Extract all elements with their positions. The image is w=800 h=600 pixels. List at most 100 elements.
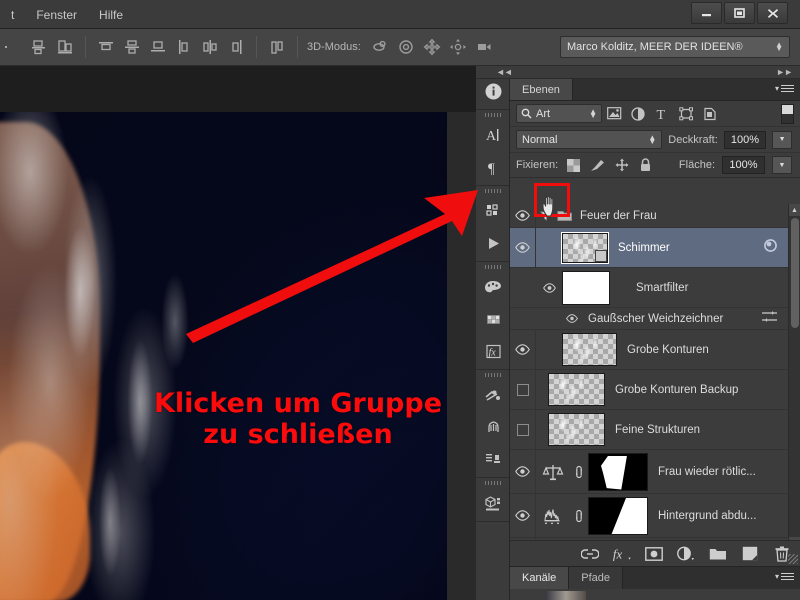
layer-mask-thumbnail[interactable] — [588, 452, 648, 491]
dock-grip-6[interactable] — [476, 478, 509, 487]
brush-presets-icon[interactable] — [476, 411, 510, 443]
align-bottom-icon[interactable] — [53, 35, 77, 59]
filter-type-icon[interactable]: T — [650, 103, 674, 125]
table-row[interactable]: Schimmer — [510, 228, 800, 268]
distribute-left-icon[interactable] — [172, 35, 196, 59]
character-icon[interactable]: A — [476, 119, 510, 151]
layer-visibility-toggle[interactable] — [510, 450, 536, 493]
distribute-bottom-icon[interactable] — [146, 35, 170, 59]
distribute-vertical-center-icon[interactable] — [120, 35, 144, 59]
lock-transparent-pixels-icon[interactable] — [565, 157, 582, 174]
scrollbar-thumb[interactable] — [791, 218, 799, 328]
layer-list[interactable]: Feuer der Frau Schimmer Smartfilter Gauß… — [510, 204, 800, 549]
new-layer-icon[interactable] — [740, 544, 760, 564]
3d-rotate-icon[interactable] — [368, 35, 392, 59]
layer-visibility-toggle[interactable] — [536, 282, 562, 293]
collapse-left-icon[interactable]: ◄◄ — [496, 67, 513, 77]
new-group-icon[interactable] — [708, 544, 728, 564]
layer-visibility-toggle[interactable] — [510, 228, 536, 267]
align-left-edge-icon[interactable] — [1, 35, 25, 59]
workspace-select[interactable]: Marco Kolditz, MEER DER IDEEN® ▲ ▼ — [560, 36, 790, 58]
lock-all-icon[interactable] — [637, 157, 654, 174]
fill-dropdown-icon[interactable]: ▼ — [772, 156, 792, 174]
link-mask-icon[interactable] — [570, 465, 588, 479]
table-row[interactable]: Gaußscher Weichzeichner — [510, 308, 800, 330]
filter-kind-select[interactable]: Art ▲ ▼ — [516, 104, 602, 123]
layer-visibility-toggle[interactable] — [510, 330, 536, 369]
link-layers-icon[interactable] — [580, 544, 600, 564]
dock-grip-2[interactable] — [476, 110, 509, 119]
distribute-right-icon[interactable] — [224, 35, 248, 59]
auto-align-icon[interactable] — [265, 35, 289, 59]
table-row[interactable]: Frau wieder rötlic... — [510, 450, 800, 494]
collapse-right-icon[interactable]: ►► — [776, 67, 793, 77]
timeline-play-icon[interactable] — [476, 227, 510, 259]
layer-effects-visibility-icon[interactable] — [763, 238, 778, 258]
filter-kind-spinner-icon[interactable]: ▲ ▼ — [589, 107, 597, 119]
align-vertical-center-icon[interactable] — [27, 35, 51, 59]
opacity-value[interactable]: 100% — [723, 130, 767, 149]
minimize-button[interactable] — [691, 2, 722, 24]
filter-pixel-icon[interactable] — [602, 103, 626, 125]
tab-pfade[interactable]: Pfade — [569, 567, 624, 589]
tab-ebenen[interactable]: Ebenen — [510, 79, 573, 100]
new-adjustment-layer-icon[interactable] — [676, 544, 696, 564]
3d-pan-icon[interactable] — [420, 35, 444, 59]
color-palette-icon[interactable] — [476, 271, 510, 303]
layer-visibility-toggle[interactable] — [510, 204, 536, 227]
table-row[interactable]: Grobe Konturen — [510, 330, 800, 370]
3d-slide-icon[interactable] — [446, 35, 470, 59]
styles-fx-icon[interactable]: fx — [476, 335, 510, 367]
swatches-icon[interactable] — [476, 303, 510, 335]
layer-style-fx-icon[interactable]: fx — [612, 544, 632, 564]
layer-comps-icon[interactable] — [476, 195, 510, 227]
opacity-dropdown-icon[interactable]: ▼ — [772, 130, 792, 149]
table-row[interactable]: Feine Strukturen — [510, 410, 800, 450]
filter-toggle-icon[interactable] — [781, 103, 794, 124]
table-row[interactable]: Grobe Konturen Backup — [510, 370, 800, 410]
dock-grip-3[interactable] — [476, 186, 509, 195]
layer-visibility-toggle[interactable] — [510, 494, 536, 537]
layer-visibility-toggle[interactable] — [510, 410, 536, 449]
close-button[interactable] — [757, 2, 788, 24]
dock-grip-4[interactable] — [476, 262, 509, 271]
filter-smartobject-icon[interactable] — [698, 103, 722, 125]
3d-camera-icon[interactable] — [472, 35, 496, 59]
bottom-panel-menu-icon[interactable]: ▾ — [775, 571, 794, 582]
layer-thumbnail[interactable] — [561, 231, 609, 264]
menu-item-hilfe[interactable]: Hilfe — [88, 6, 134, 24]
table-row[interactable]: Hintergrund abdu... — [510, 494, 800, 538]
filter-visibility-toggle[interactable] — [536, 314, 582, 323]
menu-item-fenster[interactable]: Fenster — [25, 6, 88, 24]
panel-menu-icon[interactable]: ▾ — [775, 83, 794, 94]
add-layer-mask-icon[interactable] — [644, 544, 664, 564]
smartfilter-mask-thumbnail[interactable] — [562, 270, 610, 305]
layer-thumbnail[interactable] — [548, 373, 605, 406]
lock-image-pixels-icon[interactable] — [589, 157, 606, 174]
info-icon[interactable] — [476, 75, 510, 107]
filter-shape-icon[interactable] — [674, 103, 698, 125]
layer-thumbnail[interactable] — [548, 413, 605, 446]
maximize-button[interactable] — [724, 2, 755, 24]
tool-presets-icon[interactable] — [476, 443, 510, 475]
layer-thumbnail[interactable] — [562, 333, 617, 366]
lock-position-icon[interactable] — [613, 157, 630, 174]
blend-mode-select[interactable]: Normal ▲ ▼ — [516, 130, 663, 149]
3d-panel-icon[interactable] — [476, 487, 510, 519]
scroll-up-icon[interactable]: ▲ — [789, 204, 800, 216]
paragraph-icon[interactable]: ¶ — [476, 151, 510, 183]
menu-item-0[interactable]: t — [0, 6, 25, 24]
layer-list-scrollbar[interactable]: ▲ ▼ — [788, 204, 800, 549]
filter-adjustment-icon[interactable] — [626, 103, 650, 125]
fill-value[interactable]: 100% — [722, 156, 765, 174]
3d-roll-icon[interactable] — [394, 35, 418, 59]
filter-settings-icon[interactable] — [761, 310, 778, 328]
levels-icon[interactable] — [536, 507, 570, 525]
document-canvas[interactable]: Klicken um Gruppe zu schließen — [0, 66, 476, 600]
artwork-image[interactable] — [0, 112, 447, 600]
workspace-spinner-icon[interactable]: ▲ ▼ — [775, 41, 783, 53]
adjustments-icon[interactable] — [476, 379, 510, 411]
blend-mode-spinner-icon[interactable]: ▲ ▼ — [648, 133, 656, 145]
layer-visibility-toggle[interactable] — [510, 370, 536, 409]
distribute-top-icon[interactable] — [94, 35, 118, 59]
